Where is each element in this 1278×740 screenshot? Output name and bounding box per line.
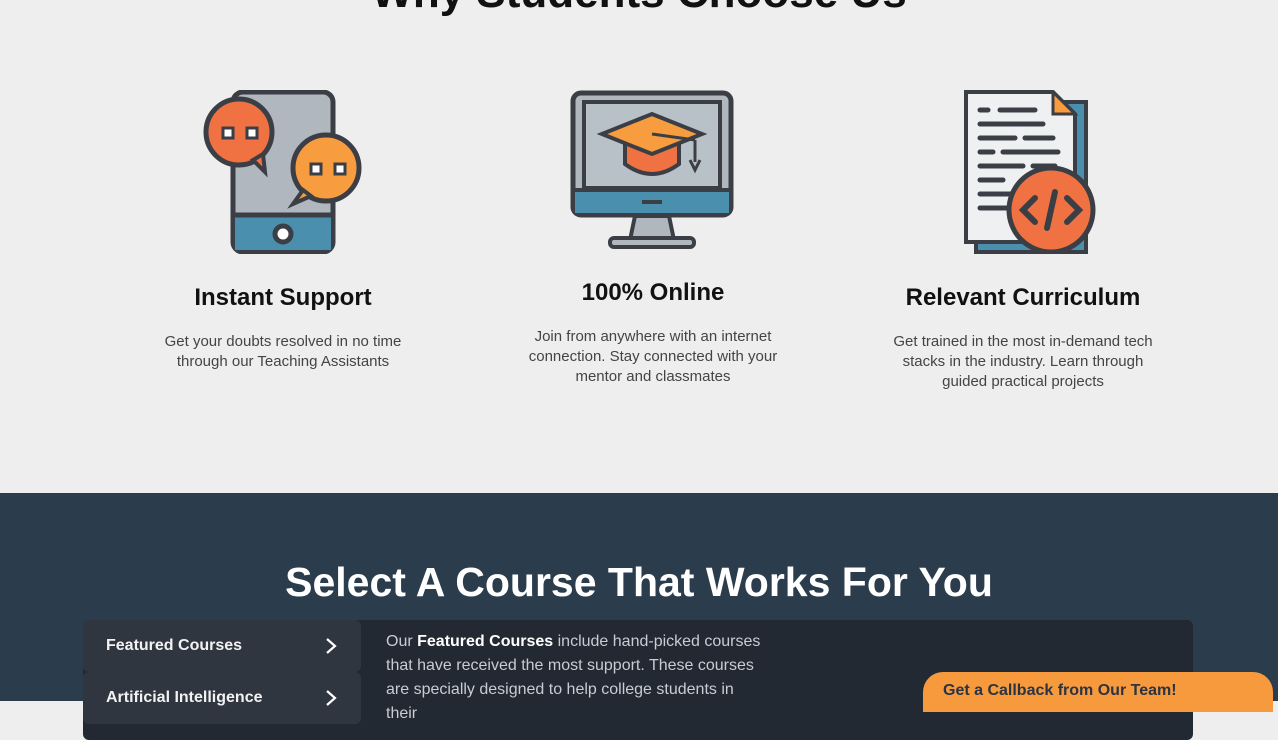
course-description: Our Featured Courses include hand-picked… xyxy=(386,630,766,726)
feature-text: Get trained in the most in-demand tech s… xyxy=(893,333,1153,390)
graduation-monitor-icon xyxy=(570,90,734,249)
chat-tablet-icon xyxy=(203,90,362,254)
chevron-right-icon xyxy=(326,638,337,654)
feature-text: Join from anywhere with an internet conn… xyxy=(528,328,778,385)
tab-label: Artificial Intelligence xyxy=(106,689,263,706)
feature-title: 100% Online xyxy=(581,279,725,306)
feature-instant-support: Instant Support Get your doubts resolved… xyxy=(133,90,433,372)
tab-featured-courses[interactable]: Featured Courses xyxy=(83,620,361,672)
callback-button[interactable]: Get a Callback from Our Team! xyxy=(923,672,1273,712)
feature-title: Instant Support xyxy=(194,284,372,311)
tab-label: Featured Courses xyxy=(106,637,243,654)
code-document-icon xyxy=(964,90,1096,254)
section-title: Select A Course That Works For You xyxy=(285,559,993,605)
description-highlight: Featured Courses xyxy=(417,633,554,650)
why-choose-us-section: Why Students Choose Us Instant Support G… xyxy=(0,0,1278,493)
feature-title: Relevant Curriculum xyxy=(905,284,1141,311)
section-title: Why Students Choose Us xyxy=(0,0,1278,18)
chevron-right-icon xyxy=(326,690,337,706)
feature-relevant-curriculum: Relevant Curriculum Get trained in the m… xyxy=(873,90,1173,392)
feature-text: Get your doubts resolved in no time thro… xyxy=(164,333,402,370)
tab-artificial-intelligence[interactable]: Artificial Intelligence xyxy=(83,672,361,724)
description-prefix: Our xyxy=(386,633,418,650)
feature-online: 100% Online Join from anywhere with an i… xyxy=(503,90,803,387)
